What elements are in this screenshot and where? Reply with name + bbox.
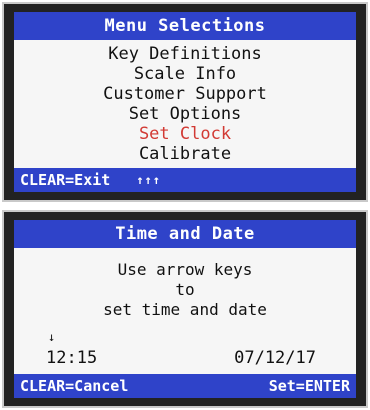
time-date-screen: Time and Date Use arrow keys to set time… <box>2 210 368 408</box>
menu-footer: CLEAR=Exit ↑↑↑ <box>14 168 356 192</box>
time-date-lcd: Time and Date Use arrow keys to set time… <box>14 220 356 398</box>
clear-cancel-label[interactable]: CLEAR=Cancel <box>20 374 128 398</box>
time-date-body: Use arrow keys to set time and date ↓ 12… <box>14 248 356 374</box>
menu-title: Menu Selections <box>14 12 356 40</box>
menu-item-key-definitions[interactable]: Key Definitions <box>108 44 262 64</box>
instruction-line-1: Use arrow keys <box>117 260 253 279</box>
time-date-footer: CLEAR=Cancel Set=ENTER <box>14 374 356 398</box>
set-enter-label[interactable]: Set=ENTER <box>269 374 350 398</box>
menu-screen: Menu Selections Key Definitions Scale In… <box>2 2 368 202</box>
time-date-title: Time and Date <box>14 220 356 248</box>
time-date-values: 12:15 07/12/17 <box>46 348 316 368</box>
menu-item-customer-support[interactable]: Customer Support <box>103 84 267 104</box>
time-value[interactable]: 12:15 <box>46 348 97 368</box>
edit-cursor-icon: ↓ <box>48 330 56 344</box>
menu-item-scale-info[interactable]: Scale Info <box>134 64 236 84</box>
menu-item-set-options[interactable]: Set Options <box>129 104 242 124</box>
scroll-arrows-icon: ↑↑↑ <box>136 173 161 187</box>
menu-list: Key Definitions Scale Info Customer Supp… <box>14 40 356 168</box>
menu-item-set-clock[interactable]: Set Clock <box>139 124 231 144</box>
clear-exit-label[interactable]: CLEAR=Exit <box>20 168 110 192</box>
instruction-line-3: set time and date <box>103 300 267 319</box>
date-value[interactable]: 07/12/17 <box>234 348 316 368</box>
instruction-line-2: to <box>175 280 195 299</box>
menu-lcd: Menu Selections Key Definitions Scale In… <box>14 12 356 192</box>
menu-item-calibrate[interactable]: Calibrate <box>139 144 231 164</box>
